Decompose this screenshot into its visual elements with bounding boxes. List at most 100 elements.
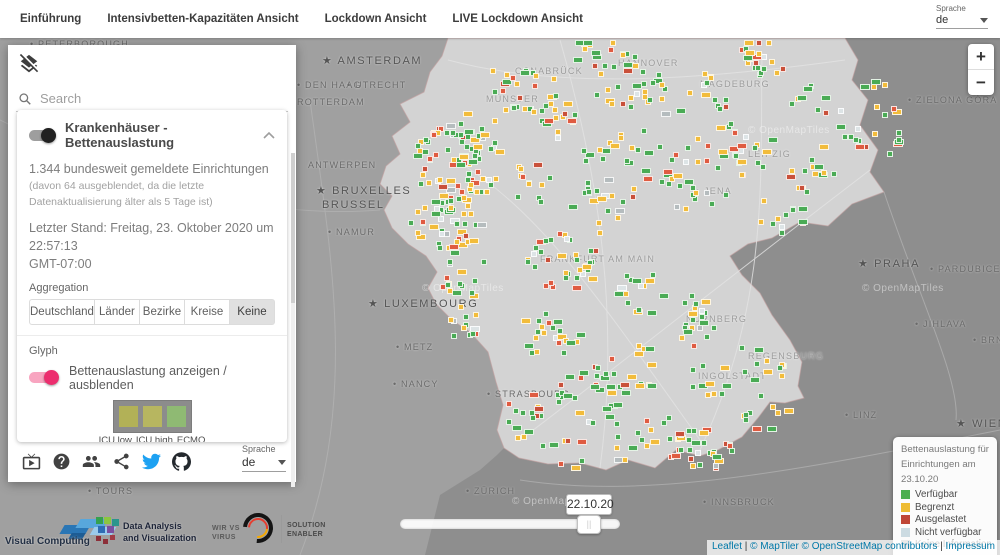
hospital-glyph[interactable] — [604, 177, 614, 183]
hospital-glyph[interactable] — [754, 347, 764, 353]
hospital-glyph[interactable] — [470, 331, 476, 337]
hospital-glyph[interactable] — [525, 259, 531, 265]
hospital-glyph[interactable] — [415, 209, 421, 215]
hospital-glyph[interactable] — [704, 190, 710, 196]
hospital-glyph[interactable] — [632, 54, 638, 60]
hospital-glyph[interactable] — [752, 426, 762, 432]
hospital-glyph[interactable] — [463, 314, 469, 320]
hospital-glyph[interactable] — [614, 445, 620, 451]
hospital-glyph[interactable] — [532, 264, 538, 270]
hospital-glyph[interactable] — [597, 147, 603, 153]
hospital-glyph[interactable] — [647, 383, 657, 389]
hospital-glyph[interactable] — [603, 371, 609, 377]
hospital-glyph[interactable] — [657, 144, 663, 150]
hospital-glyph[interactable] — [701, 299, 711, 305]
hospital-glyph[interactable] — [613, 402, 623, 408]
hospital-glyph[interactable] — [468, 211, 474, 217]
hospital-glyph[interactable] — [767, 426, 777, 432]
hospital-glyph[interactable] — [457, 281, 463, 287]
hospital-glyph[interactable] — [743, 412, 749, 418]
hospital-glyph[interactable] — [524, 343, 534, 349]
hospital-glyph[interactable] — [593, 248, 599, 254]
hospital-glyph[interactable] — [413, 153, 423, 159]
hospital-glyph[interactable] — [695, 450, 701, 456]
hospital-glyph[interactable] — [431, 132, 437, 138]
hospital-glyph[interactable] — [539, 182, 545, 188]
hospital-glyph[interactable] — [690, 384, 696, 390]
language-select[interactable]: de — [936, 14, 988, 29]
hospital-glyph[interactable] — [583, 158, 589, 164]
hospital-glyph[interactable] — [699, 430, 709, 436]
hospital-glyph[interactable] — [645, 346, 655, 352]
hospital-glyph[interactable] — [461, 325, 467, 331]
hospital-glyph[interactable] — [831, 171, 837, 177]
hospital-glyph[interactable] — [628, 104, 634, 110]
hospital-glyph[interactable] — [415, 230, 421, 236]
aggregation-bezirke-button[interactable]: Bezirke — [139, 299, 185, 325]
hospital-glyph[interactable] — [685, 145, 691, 151]
hospital-glyph[interactable] — [452, 290, 462, 296]
hospital-glyph[interactable] — [650, 439, 660, 445]
hospital-glyph[interactable] — [742, 369, 748, 375]
timeline-slider-handle[interactable]: || — [577, 515, 601, 534]
hospital-glyph[interactable] — [691, 343, 697, 349]
hospital-glyph[interactable] — [620, 101, 626, 107]
hospital-glyph[interactable] — [472, 278, 478, 284]
hospital-glyph[interactable] — [615, 215, 621, 221]
hospital-glyph[interactable] — [531, 109, 537, 115]
hospital-glyph[interactable] — [661, 111, 671, 117]
aggregation-deutschland-button[interactable]: Deutschland — [29, 299, 95, 325]
attribution-link[interactable]: © MapTiler — [750, 541, 799, 552]
hospital-glyph[interactable] — [486, 177, 492, 183]
hospital-glyph[interactable] — [809, 157, 815, 163]
hospital-glyph[interactable] — [445, 147, 451, 153]
hospital-glyph[interactable] — [597, 230, 603, 236]
hospital-glyph[interactable] — [855, 144, 865, 150]
help-icon[interactable] — [52, 452, 71, 471]
hospital-glyph[interactable] — [512, 425, 522, 431]
hospital-glyph[interactable] — [720, 365, 730, 371]
hospital-glyph[interactable] — [705, 143, 711, 149]
nav-item-lockdown[interactable]: Lockdown Ansicht — [325, 13, 427, 25]
hospital-glyph[interactable] — [558, 382, 564, 388]
hospital-glyph[interactable] — [541, 330, 547, 336]
hospital-glyph[interactable] — [553, 93, 559, 99]
hospital-glyph[interactable] — [480, 176, 486, 182]
hospital-glyph[interactable] — [717, 106, 723, 112]
hospital-glyph[interactable] — [784, 408, 794, 414]
hospital-glyph[interactable] — [600, 156, 606, 162]
hospital-glyph[interactable] — [586, 189, 592, 195]
nav-item-intensivbetten[interactable]: Intensivbetten-Kapazitäten Ansicht — [107, 13, 298, 25]
hospital-glyph[interactable] — [632, 83, 642, 89]
hospital-glyph[interactable] — [758, 219, 764, 225]
hospital-glyph[interactable] — [446, 178, 456, 184]
hospital-glyph[interactable] — [506, 401, 512, 407]
hospital-glyph[interactable] — [563, 101, 573, 107]
hospital-glyph[interactable] — [555, 135, 561, 141]
hospital-glyph[interactable] — [739, 345, 745, 351]
hospital-glyph[interactable] — [481, 259, 487, 265]
hospital-glyph[interactable] — [640, 69, 646, 75]
hospital-glyph[interactable] — [437, 177, 443, 183]
hospital-glyph[interactable] — [647, 97, 653, 103]
hospital-glyph[interactable] — [737, 159, 747, 165]
hospital-glyph[interactable] — [848, 134, 854, 140]
hospital-glyph[interactable] — [465, 203, 471, 209]
hospital-glyph[interactable] — [543, 238, 549, 244]
hospital-glyph[interactable] — [450, 130, 456, 136]
hospital-glyph[interactable] — [627, 374, 637, 380]
hospital-glyph[interactable] — [573, 57, 583, 63]
hospital-glyph[interactable] — [605, 414, 615, 420]
hospital-glyph[interactable] — [605, 208, 611, 214]
hospital-glyph[interactable] — [896, 130, 902, 136]
hospital-glyph[interactable] — [803, 86, 813, 92]
hospital-glyph[interactable] — [716, 125, 726, 131]
aggregation-laender-button[interactable]: Länder — [94, 299, 140, 325]
hospital-glyph[interactable] — [588, 276, 598, 282]
hospital-glyph[interactable] — [422, 205, 428, 211]
hospital-glyph[interactable] — [732, 130, 738, 136]
hospital-glyph[interactable] — [786, 174, 796, 180]
hospital-glyph[interactable] — [620, 199, 626, 205]
hospital-glyph[interactable] — [695, 159, 701, 165]
hospital-glyph[interactable] — [766, 40, 772, 46]
